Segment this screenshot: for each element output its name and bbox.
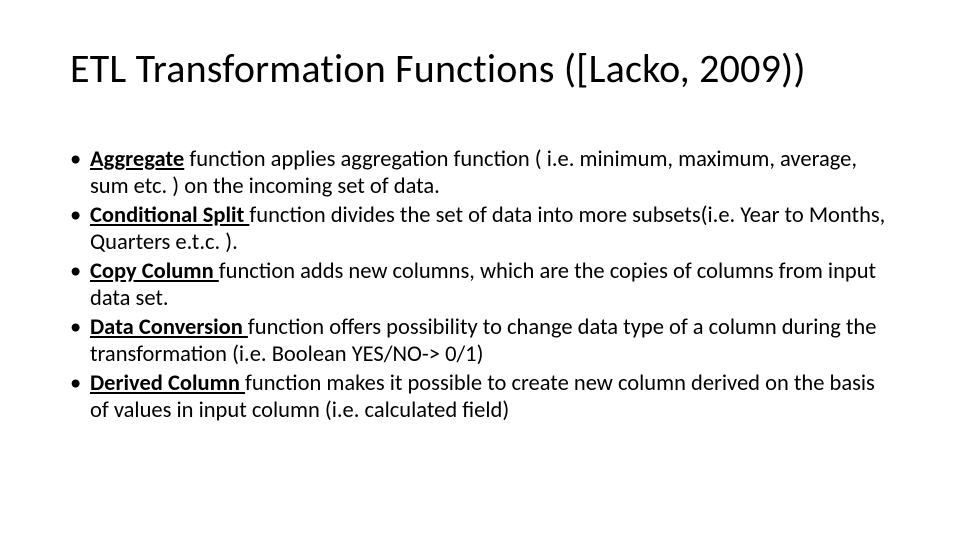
list-item: Aggregate function applies aggregation f… xyxy=(70,147,890,200)
list-item: Conditional Split function divides the s… xyxy=(70,203,890,256)
list-item: Copy Column function adds new columns, w… xyxy=(70,259,890,312)
bullet-list: Aggregate function applies aggregation f… xyxy=(70,147,890,424)
term: Aggregate xyxy=(90,146,184,173)
term: Copy Column xyxy=(90,258,219,285)
term: Data Conversion xyxy=(90,314,248,341)
list-item: Derived Column function makes it possibl… xyxy=(70,371,890,424)
slide: ETL Transformation Functions ([Lacko, 20… xyxy=(0,0,960,540)
term: Derived Column xyxy=(90,370,245,397)
list-item: Data Conversion function offers possibil… xyxy=(70,315,890,368)
slide-title: ETL Transformation Functions ([Lacko, 20… xyxy=(70,44,890,93)
term: Conditional Split xyxy=(90,202,249,229)
definition: function applies aggregation function ( … xyxy=(90,146,857,200)
